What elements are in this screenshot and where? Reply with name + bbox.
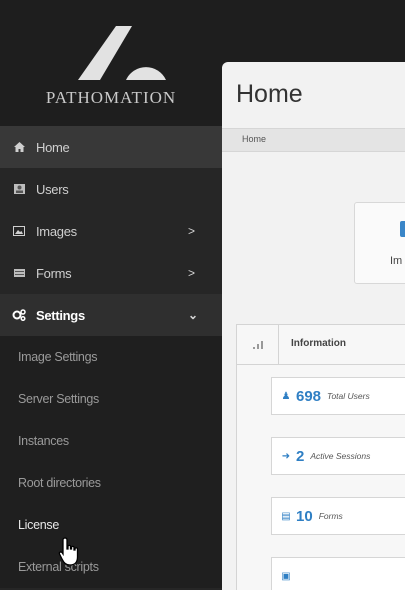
sidebar-item-forms[interactable]: Forms > xyxy=(0,252,222,294)
user-icon xyxy=(12,183,26,195)
stat-label: Total Users xyxy=(327,391,370,401)
sidebar: PATHOMATION Home Users Images > Forms > … xyxy=(0,0,222,590)
hand-cursor-icon xyxy=(58,537,79,566)
stat-value: 10 xyxy=(296,507,313,525)
submenu-item-root-directories[interactable]: Root directories xyxy=(0,462,222,504)
pathomation-logo xyxy=(78,26,166,80)
image-icon: ▣ xyxy=(281,570,291,582)
sidebar-item-images[interactable]: Images > xyxy=(0,210,222,252)
submenu-item-license[interactable]: License xyxy=(0,504,222,546)
image-icon xyxy=(12,225,26,237)
panel-header: Information xyxy=(237,325,405,365)
information-panel: Information ♟ 698 Total Users ➜ 2 Active… xyxy=(236,324,405,590)
stat-images[interactable]: ▣ xyxy=(271,557,405,590)
bar-chart-icon xyxy=(237,325,279,364)
stat-value: 698 xyxy=(296,387,322,405)
stat-value: 2 xyxy=(296,447,305,465)
chevron-right-icon: > xyxy=(188,266,195,280)
brand-name: PATHOMATION xyxy=(45,88,177,107)
image-icon xyxy=(400,221,405,237)
chevron-down-icon: ⌄ xyxy=(188,308,198,322)
sidebar-item-label: Forms xyxy=(36,265,72,281)
submenu-item-instances[interactable]: Instances xyxy=(0,420,222,462)
brand[interactable]: PATHOMATION xyxy=(0,0,222,126)
sidebar-item-label: Home xyxy=(36,139,70,155)
stat-active-sessions[interactable]: ➜ 2 Active Sessions xyxy=(271,437,405,475)
page-title: Home xyxy=(236,80,303,108)
cogs-icon xyxy=(12,309,26,321)
settings-submenu: Image Settings Server Settings Instances… xyxy=(0,336,222,588)
arrow-right-icon: ➜ xyxy=(281,450,291,462)
stat-label: Forms xyxy=(318,511,343,521)
sidebar-item-label: Images xyxy=(36,223,77,239)
submenu-item-external-scripts[interactable]: External scripts xyxy=(0,546,222,588)
sidebar-nav: Home Users Images > Forms > Settings ⌄ I… xyxy=(0,126,222,588)
stat-label: Active Sessions xyxy=(310,451,371,461)
main-content: Home Home Im Information ♟ 698 Total Use… xyxy=(222,62,405,590)
home-icon xyxy=(12,141,26,153)
stat-forms[interactable]: ▤ 10 Forms xyxy=(271,497,405,535)
sidebar-item-users[interactable]: Users xyxy=(0,168,222,210)
user-icon: ♟ xyxy=(281,390,291,402)
chevron-right-icon: > xyxy=(188,224,195,238)
tile-label: Im xyxy=(390,255,403,267)
panel-title: Information xyxy=(291,338,346,349)
form-icon xyxy=(12,267,26,279)
stat-total-users[interactable]: ♟ 698 Total Users xyxy=(271,377,405,415)
sidebar-item-home[interactable]: Home xyxy=(0,126,222,168)
breadcrumb-bar: Home xyxy=(222,128,405,152)
form-icon: ▤ xyxy=(281,510,291,522)
sidebar-item-label: Settings xyxy=(36,307,85,323)
sidebar-item-label: Users xyxy=(36,181,69,197)
breadcrumb[interactable]: Home xyxy=(242,134,266,144)
submenu-item-image-settings[interactable]: Image Settings xyxy=(0,336,222,378)
images-tile[interactable]: Im xyxy=(354,202,405,284)
submenu-item-server-settings[interactable]: Server Settings xyxy=(0,378,222,420)
sidebar-item-settings[interactable]: Settings ⌄ xyxy=(0,294,222,336)
